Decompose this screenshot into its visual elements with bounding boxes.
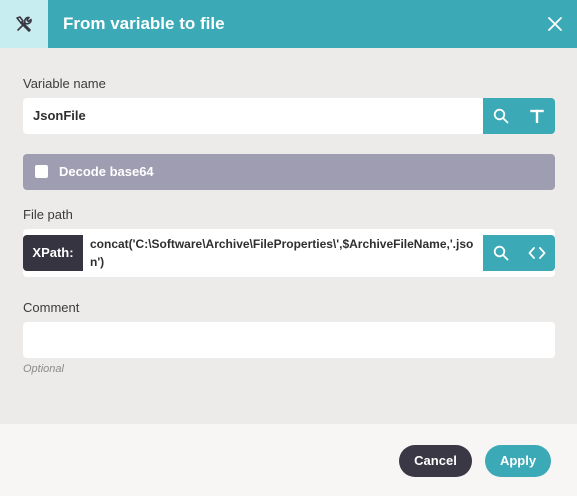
file-path-field[interactable]: XPath: concat('C:\Software\Archive\FileP… [23,229,555,277]
decode-base64-checkbox[interactable] [35,165,48,178]
comment-optional-hint: Optional [23,363,64,375]
decode-base64-toggle[interactable]: Decode base64 [23,154,555,190]
variable-name-label: Variable name [23,76,106,91]
file-path-value[interactable]: concat('C:\Software\Archive\FileProperti… [90,235,474,271]
close-icon[interactable] [543,12,567,36]
file-path-buttons [483,235,555,271]
dialog-title: From variable to file [63,14,225,33]
cancel-button[interactable]: Cancel [399,445,472,477]
apply-button[interactable]: Apply [485,445,551,477]
comment-label: Comment [23,300,80,315]
dialog-body: Variable name JsonFile Decode base64 Fil… [0,48,577,424]
search-icon[interactable] [483,98,519,134]
dialog-header: From variable to file [0,0,577,48]
comment-field[interactable] [23,322,555,358]
dialog-footer: Cancel Apply [0,424,577,496]
variable-name-field[interactable]: JsonFile [23,98,555,134]
variable-name-value[interactable]: JsonFile [33,98,86,134]
variable-name-buttons [483,98,555,134]
decode-base64-label: Decode base64 [59,164,154,179]
xpath-prefix: XPath: [23,235,83,271]
code-icon[interactable] [519,235,555,271]
text-type-icon[interactable] [519,98,555,134]
tools-icon [0,0,48,48]
search-icon[interactable] [483,235,519,271]
file-path-label: File path [23,207,73,222]
